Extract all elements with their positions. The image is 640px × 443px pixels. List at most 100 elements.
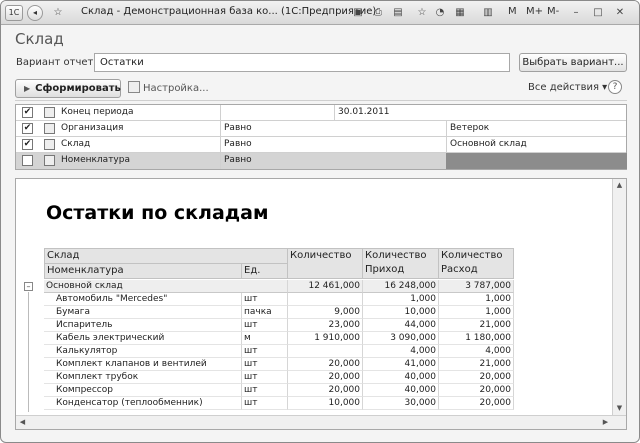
item-qty: 20,000 [288, 384, 363, 397]
column-divider [446, 137, 447, 153]
memory-plus-button[interactable]: M+ [526, 6, 543, 17]
item-name: Конденсатор (теплообменник) [44, 397, 242, 410]
calculator-icon[interactable]: ▦ [453, 6, 467, 20]
item-qty [288, 293, 363, 306]
help-icon[interactable]: ? [608, 80, 622, 94]
report-area[interactable]: Остатки по складам Склад Номенклатура Ед… [15, 178, 627, 430]
field-icon [44, 155, 55, 166]
group-qty: 12 461,000 [288, 280, 363, 293]
item-in: 3 090,000 [363, 332, 439, 345]
item-out: 20,000 [439, 371, 514, 384]
item-out: 20,000 [439, 384, 514, 397]
group-in: 16 248,000 [363, 280, 439, 293]
settings-button[interactable]: Настройка... [128, 81, 209, 94]
table-row[interactable]: Комплект трубок шт 20,000 40,000 20,000 [44, 371, 514, 384]
close-icon[interactable]: ✕ [613, 6, 627, 20]
item-out: 1,000 [439, 306, 514, 319]
filter-condition: Равно [224, 155, 252, 165]
scroll-down-icon[interactable]: ▼ [613, 402, 626, 415]
filter-checkbox[interactable] [22, 155, 33, 166]
preview-icon[interactable]: ▤ [391, 6, 405, 20]
favorite-star-icon[interactable]: ☆ [51, 6, 65, 20]
item-qty: 23,000 [288, 319, 363, 332]
variant-label: Вариант отчета: [16, 57, 103, 68]
table-row[interactable]: Калькулятор шт 4,000 4,000 [44, 345, 514, 358]
filter-checkbox[interactable]: ✔ [22, 139, 33, 150]
item-in: 44,000 [363, 319, 439, 332]
scroll-right-icon[interactable]: ▶ [599, 416, 612, 429]
table-row[interactable]: Испаритель шт 23,000 44,000 21,000 [44, 319, 514, 332]
bookmark-icon[interactable]: ☆ [415, 6, 429, 20]
filter-value-editing[interactable] [446, 153, 627, 169]
save-icon[interactable]: ▣ [351, 6, 365, 20]
table-row[interactable]: Кабель электрический м 1 910,000 3 090,0… [44, 332, 514, 345]
filter-condition: Равно [224, 139, 252, 149]
col-header-in-top: Количество [362, 248, 439, 264]
filter-value[interactable]: 30.01.2011 [338, 105, 438, 121]
maximize-icon[interactable]: □ [591, 6, 605, 20]
filter-row[interactable]: ✔ Конец периода 30.01.2011 [16, 105, 626, 121]
col-header-warehouse: Склад [44, 248, 288, 264]
item-unit: м [242, 332, 288, 345]
filter-row-selected[interactable]: Номенклатура Равно [16, 153, 627, 169]
col-header-in: Приход [362, 263, 439, 279]
back-button[interactable]: ◂ [27, 5, 43, 21]
item-out: 21,000 [439, 358, 514, 371]
filter-row[interactable]: ✔ Склад Равно Основной склад [16, 137, 626, 153]
table-row[interactable]: Комплект клапанов и вентилей шт 20,000 4… [44, 358, 514, 371]
memory-m-button[interactable]: M [508, 6, 517, 17]
all-actions-menu[interactable]: Все действия ▾ [528, 82, 607, 93]
divider [15, 100, 627, 101]
filter-condition: Равно [224, 123, 252, 133]
app-menu-button[interactable]: 1C [5, 5, 23, 21]
item-unit: шт [242, 358, 288, 371]
horizontal-scrollbar[interactable]: ◀ ▶ [16, 415, 626, 429]
filter-value[interactable]: Основной склад [450, 137, 620, 153]
field-icon [44, 139, 55, 150]
col-header-out: Расход [438, 263, 514, 279]
choose-variant-button[interactable]: Выбрать вариант... [519, 53, 627, 72]
item-name: Комплект трубок [44, 371, 242, 384]
tree-line [28, 292, 29, 412]
window-title: Склад - Демонстрационная база ко... (1С:… [81, 6, 377, 17]
item-name: Автомобиль "Mercedes" [44, 293, 242, 306]
variant-input[interactable]: Остатки [94, 53, 510, 72]
generate-button[interactable]: ▶ Сформировать [15, 79, 121, 98]
column-divider [446, 121, 447, 137]
item-name: Калькулятор [44, 345, 242, 358]
collapse-icon[interactable]: – [24, 282, 33, 291]
print-icon[interactable]: ⎙ [371, 6, 385, 20]
calendar-icon[interactable]: ▥ [481, 6, 495, 20]
filter-name: Склад [61, 139, 91, 149]
history-icon[interactable]: ◔ [433, 6, 447, 20]
play-icon: ▶ [24, 84, 31, 93]
group-out: 3 787,000 [439, 280, 514, 293]
item-name: Компрессор [44, 384, 242, 397]
filter-checkbox[interactable]: ✔ [22, 123, 33, 134]
group-row[interactable]: – Основной склад 12 461,000 16 248,000 3… [24, 280, 514, 412]
item-unit: шт [242, 371, 288, 384]
item-out: 4,000 [439, 345, 514, 358]
column-divider [220, 105, 221, 121]
table-row[interactable]: Компрессор шт 20,000 40,000 20,000 [44, 384, 514, 397]
column-divider [220, 137, 221, 153]
memory-minus-button[interactable]: M- [547, 6, 559, 17]
col-header-qty: Количество [287, 248, 363, 279]
filter-checkbox[interactable]: ✔ [22, 107, 33, 118]
scroll-left-icon[interactable]: ◀ [16, 416, 29, 429]
table-row[interactable]: Бумага пачка 9,000 10,000 1,000 [44, 306, 514, 319]
vertical-scrollbar[interactable]: ▲ ▼ [612, 179, 626, 415]
minimize-icon[interactable]: – [569, 6, 583, 20]
item-in: 30,000 [363, 397, 439, 410]
settings-label: Настройка... [143, 83, 209, 94]
table-row[interactable]: Конденсатор (теплообменник) шт 10,000 30… [44, 397, 514, 410]
field-icon [44, 107, 55, 118]
scroll-up-icon[interactable]: ▲ [613, 179, 626, 192]
generate-label: Сформировать [35, 83, 121, 94]
app-window: 1C ◂ ☆ Склад - Демонстрационная база ко.… [0, 0, 640, 443]
item-qty [288, 345, 363, 358]
filter-value[interactable]: Ветерок [450, 121, 620, 137]
filter-row[interactable]: ✔ Организация Равно Ветерок [16, 121, 626, 137]
table-row[interactable]: Автомобиль "Mercedes" шт 1,000 1,000 [44, 293, 514, 306]
column-divider [334, 105, 335, 121]
